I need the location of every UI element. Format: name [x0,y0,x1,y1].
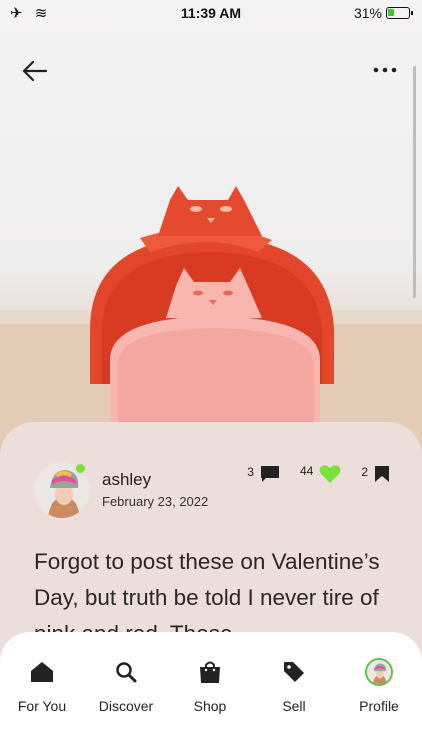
post-date: February 23, 2022 [102,494,209,509]
scrollbar[interactable] [413,66,416,298]
battery-percent: 31% [353,5,382,21]
shopping-bag-icon [200,661,220,683]
bottom-nav: For You Discover Shop Sell Profile [0,632,422,750]
home-icon [31,662,53,682]
nav-label: Profile [359,698,399,714]
battery-icon [386,7,413,19]
post-stats: 3 44 2 [233,464,390,484]
saves-count: 2 [361,465,368,479]
comments-count: 3 [247,465,254,479]
status-bar: ✈ ≋ 11:39 AM 31% [0,0,422,26]
heart-icon [319,465,341,483]
back-arrow-icon[interactable] [20,56,50,86]
profile-avatar [365,658,393,686]
online-status-dot [74,462,87,475]
nav-shop[interactable]: Shop [168,658,252,714]
bookmark-icon [375,466,389,482]
comment-icon [260,466,279,482]
likes-count: 44 [299,464,314,478]
tag-icon [284,662,304,682]
nav-discover[interactable]: Discover [84,658,168,714]
comments-button[interactable]: 3 [247,465,280,483]
post-photo [0,0,422,470]
nav-label: Discover [98,698,154,714]
search-icon [116,662,137,683]
save-button[interactable]: 2 [361,465,390,483]
like-button[interactable]: 44 [300,464,341,484]
author-username[interactable]: ashley [102,470,151,490]
nav-for-you[interactable]: For You [0,658,84,714]
battery-fill [388,9,394,16]
more-options-icon[interactable] [372,60,398,80]
nav-label: For You [17,698,67,714]
nav-label: Shop [193,698,227,714]
nav-sell[interactable]: Sell [252,658,336,714]
nav-profile[interactable]: Profile [337,658,421,714]
nav-label: Sell [282,698,306,714]
